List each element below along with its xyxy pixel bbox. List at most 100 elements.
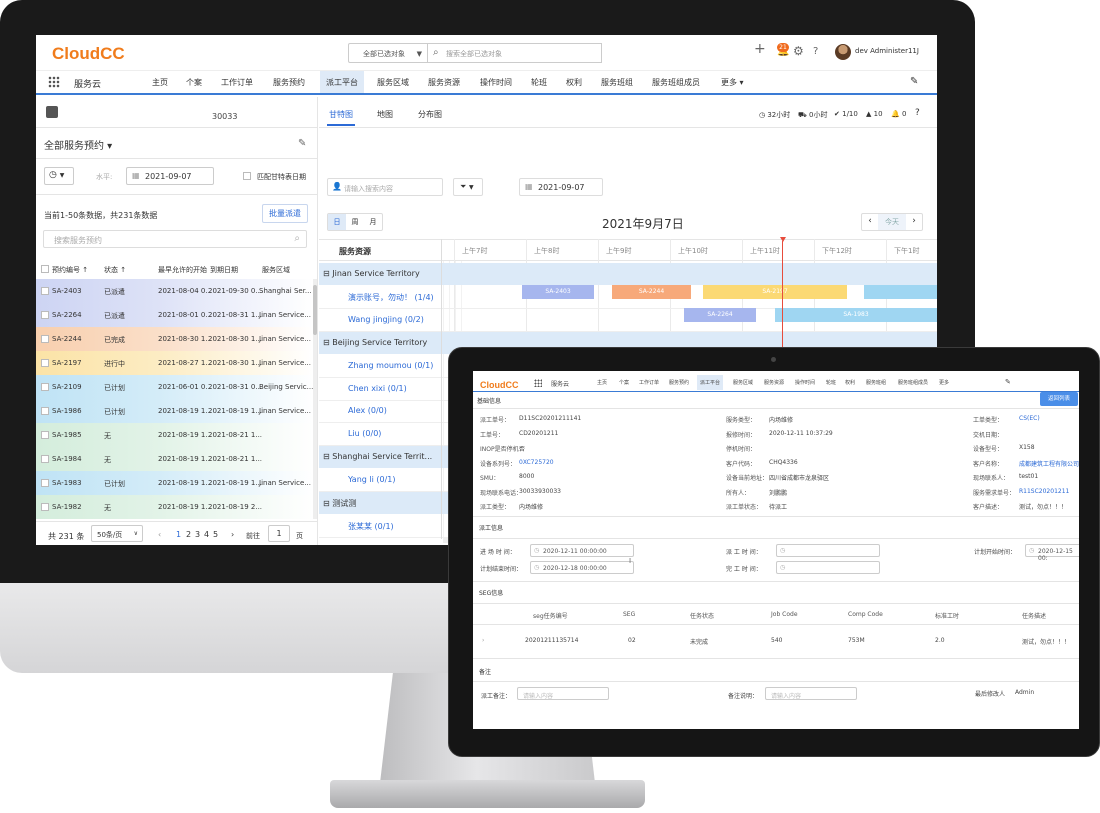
field-value[interactable]: 成都建筑工程有限公司: [1019, 459, 1079, 468]
appointment-id[interactable]: SA-1983: [52, 479, 82, 487]
field-value[interactable]: CS(EC): [1019, 415, 1040, 422]
nav-operating-hours[interactable]: 操作时间: [480, 77, 512, 88]
collapse-icon[interactable]: ⊟: [323, 499, 332, 508]
nav-service-resources[interactable]: 服务资源: [428, 77, 460, 88]
nav-work-orders[interactable]: 工作订单: [221, 77, 253, 88]
filter-button[interactable]: ⏷ ▼: [453, 178, 483, 196]
laptop-nav-item[interactable]: 主页: [597, 379, 607, 386]
edit-icon[interactable]: ✎: [910, 76, 918, 87]
expand-row-icon[interactable]: ›: [482, 637, 484, 644]
tab-gantt[interactable]: 甘特图: [329, 109, 353, 120]
time-filter-button[interactable]: ◷ ▼: [44, 167, 74, 185]
laptop-nav-item[interactable]: 操作时间: [795, 379, 815, 386]
avatar[interactable]: [835, 44, 851, 60]
territory-row[interactable]: ⊟ 测试测: [323, 498, 445, 521]
territory-row[interactable]: ⊟ Beijing Service Territory: [323, 338, 445, 361]
help-icon[interactable]: ?: [813, 46, 818, 57]
table-row[interactable]: SA-1984 无 2021-08-19 1... 2021-08-21 1...: [36, 447, 313, 471]
row-checkbox[interactable]: [41, 431, 49, 439]
scrollbar-track[interactable]: [313, 279, 317, 519]
briefcase-icon[interactable]: [46, 106, 58, 118]
laptop-nav-item[interactable]: 权利: [845, 379, 855, 386]
app-logo[interactable]: CloudCC: [480, 380, 519, 390]
laptop-nav-item[interactable]: 派工平台: [697, 375, 724, 390]
gantt-bar-overflow[interactable]: [864, 285, 937, 299]
field-value[interactable]: 0XC725720: [519, 459, 554, 466]
appointment-id[interactable]: SA-1982: [52, 503, 82, 511]
appointment-id[interactable]: SA-2109: [52, 383, 82, 391]
appointment-search-input[interactable]: 搜索服务预约 ⌕: [43, 230, 307, 248]
prev-day-icon[interactable]: ‹: [862, 214, 878, 230]
date-picker[interactable]: ▦ 2021-09-07: [126, 167, 214, 185]
nav-more[interactable]: 更多 ▾: [721, 77, 744, 88]
appointment-id[interactable]: SA-2244: [52, 335, 82, 343]
app-logo[interactable]: CloudCC: [52, 44, 125, 64]
edit-icon[interactable]: ✎: [1005, 378, 1011, 386]
page-4[interactable]: 4: [204, 530, 209, 539]
table-row[interactable]: SA-1986 已计划 2021-08-19 1... 2021-08-19 1...…: [36, 399, 313, 423]
page-1[interactable]: 1: [176, 530, 181, 539]
row-checkbox[interactable]: [41, 311, 49, 319]
table-row[interactable]: SA-1983 已计划 2021-08-19 1... 2021-08-19 1...…: [36, 471, 313, 495]
table-row[interactable]: SA-1985 无 2021-08-19 1... 2021-08-21 1...: [36, 423, 313, 447]
nav-dispatch-console[interactable]: 派工平台: [320, 71, 364, 93]
row-checkbox[interactable]: [41, 479, 49, 487]
column-territory[interactable]: 服务区域: [262, 265, 290, 275]
territory-row[interactable]: ⊟ Jinan Service Territory: [323, 269, 445, 292]
gantt-bar[interactable]: SA-2264: [684, 308, 756, 322]
table-row[interactable]: SA-2264 已派遣 2021-08-01 0... 2021-08-31 1...…: [36, 303, 313, 327]
tab-distribution[interactable]: 分布图: [418, 109, 442, 120]
prev-page-icon[interactable]: ‹: [158, 530, 161, 539]
column-status[interactable]: 状态 ↑: [104, 265, 126, 275]
edit-list-icon[interactable]: ✎: [298, 138, 306, 149]
dispatch-time-input[interactable]: ◷: [776, 544, 880, 557]
laptop-nav-item[interactable]: 服务班组成员: [898, 379, 928, 386]
view-week-button[interactable]: 周: [346, 214, 364, 230]
app-launcher-icon[interactable]: [48, 76, 60, 88]
table-row[interactable]: SA-1982 无 2021-08-19 1... 2021-08-19 2...: [36, 495, 313, 519]
territory-row[interactable]: ⊟ Shanghai Service Territ...: [323, 452, 445, 475]
laptop-nav-item[interactable]: 服务班组: [866, 379, 886, 386]
user-name[interactable]: dev Administer11J: [855, 47, 919, 55]
view-month-button[interactable]: 月: [364, 214, 382, 230]
complete-time-input[interactable]: ◷: [776, 561, 880, 574]
page-size-select[interactable]: 50条/页 ∨: [91, 525, 143, 542]
appointment-id[interactable]: SA-2264: [52, 311, 82, 319]
column-earliest-start[interactable]: 最早允许的开始: [158, 265, 207, 275]
laptop-nav-item[interactable]: 服务预约: [669, 379, 689, 386]
gantt-bar[interactable]: SA-2197: [703, 285, 847, 299]
row-checkbox[interactable]: [41, 383, 49, 391]
goto-page-input[interactable]: 1: [268, 525, 290, 542]
row-checkbox[interactable]: [41, 335, 49, 343]
arrive-time-input[interactable]: ◷ 2020-12-11 00:00:00: [530, 544, 634, 557]
dispatch-note-input[interactable]: 请输入内容: [517, 687, 609, 700]
app-launcher-icon[interactable]: [534, 379, 542, 387]
next-day-icon[interactable]: ›: [906, 214, 922, 230]
table-row[interactable]: SA-2109 已计划 2021-06-01 0... 2021-08-31 0...…: [36, 375, 313, 399]
row-checkbox[interactable]: [41, 359, 49, 367]
nav-home[interactable]: 主页: [152, 77, 168, 88]
page-3[interactable]: 3: [195, 530, 200, 539]
scrollbar-thumb[interactable]: [313, 285, 317, 335]
appointment-id[interactable]: SA-1984: [52, 455, 82, 463]
match-gantt-checkbox[interactable]: [243, 172, 251, 180]
tab-map[interactable]: 地图: [377, 109, 393, 120]
nav-shifts[interactable]: 轮班: [531, 77, 547, 88]
page-5[interactable]: 5: [213, 530, 218, 539]
plan-start-input[interactable]: ◷ 2020-12-15 00:: [1025, 544, 1079, 562]
gantt-bar[interactable]: SA-2403: [522, 285, 594, 299]
appointment-id[interactable]: SA-1985: [52, 431, 82, 439]
column-id[interactable]: 预约编号 ↑: [52, 265, 88, 275]
select-all-checkbox[interactable]: [41, 265, 49, 273]
return-list-button[interactable]: 返回列表: [1040, 392, 1078, 406]
list-view-selector[interactable]: 全部服务预约 ▾: [44, 137, 112, 152]
laptop-nav-item[interactable]: 服务区域: [733, 379, 753, 386]
plus-icon[interactable]: +: [754, 41, 766, 57]
table-row[interactable]: SA-2403 已派遣 2021-08-04 0... 2021-09-30 0...…: [36, 279, 313, 303]
table-row[interactable]: SA-2197 进行中 2021-08-27 1... 2021-08-30 1...…: [36, 351, 313, 375]
today-button[interactable]: 今天: [878, 214, 906, 230]
search-scope-select[interactable]: 全部已选对象 ▼: [348, 43, 428, 63]
laptop-nav-item[interactable]: 个案: [619, 379, 629, 386]
help-icon[interactable]: ?: [915, 108, 920, 118]
collapse-icon[interactable]: ⊟: [323, 269, 332, 278]
